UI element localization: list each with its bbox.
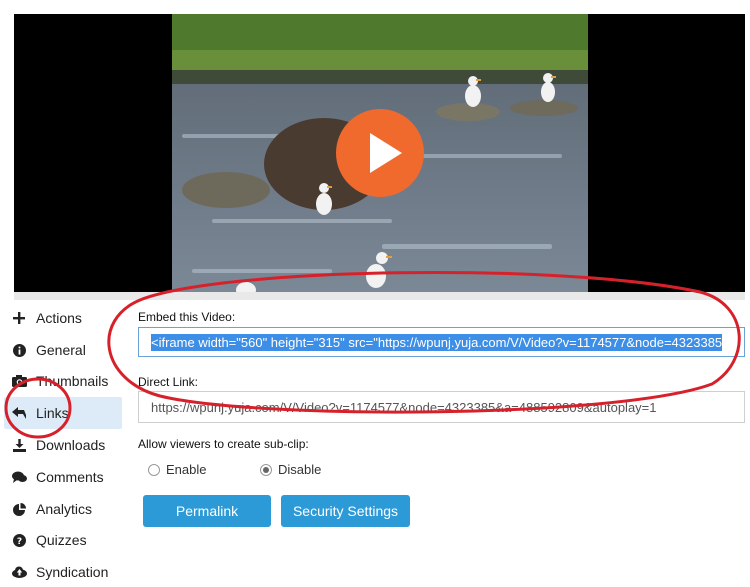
- disable-label: Disable: [278, 462, 322, 477]
- sidebar-item-comments[interactable]: Comments: [4, 462, 122, 492]
- sidebar-item-label: Comments: [36, 469, 104, 485]
- sidebar-item-general[interactable]: General: [4, 335, 122, 365]
- sidebar-item-analytics[interactable]: Analytics: [4, 494, 122, 524]
- cloud-upload-icon: [8, 566, 30, 578]
- sidebar-item-quizzes[interactable]: ? Quizzes: [4, 525, 122, 555]
- video-player[interactable]: [14, 14, 745, 292]
- sidebar-item-label: Analytics: [36, 501, 93, 517]
- sidebar-item-actions[interactable]: Actions: [4, 303, 122, 333]
- reply-arrow-icon: [8, 407, 30, 419]
- sidebar-item-syndication[interactable]: Syndication: [4, 557, 122, 587]
- sidebar-item-links[interactable]: Links: [4, 397, 122, 429]
- security-settings-button[interactable]: Security Settings: [281, 495, 410, 527]
- enable-label: Enable: [166, 462, 207, 477]
- sidebar-item-downloads[interactable]: Downloads: [4, 430, 122, 460]
- comments-icon: [8, 471, 30, 483]
- play-button[interactable]: [336, 109, 424, 197]
- svg-text:?: ?: [16, 537, 21, 547]
- pie-chart-icon: [8, 502, 30, 516]
- player-divider: [14, 292, 745, 300]
- download-icon: [8, 438, 30, 452]
- sidebar-item-label: Links: [36, 405, 69, 421]
- enable-radio[interactable]: [148, 463, 160, 476]
- embed-code-text: <iframe width="560" height="315" src="ht…: [151, 333, 723, 351]
- subclip-disable-option[interactable]: Disable: [260, 462, 321, 477]
- direct-link-label: Direct Link:: [138, 375, 199, 389]
- subclip-label: Allow viewers to create sub-clip:: [138, 437, 309, 451]
- permalink-button[interactable]: Permalink: [143, 495, 271, 527]
- embed-label: Embed this Video:: [138, 310, 236, 324]
- subclip-enable-option[interactable]: Enable: [148, 462, 206, 477]
- disable-radio[interactable]: [260, 463, 272, 476]
- camera-icon: [8, 375, 30, 387]
- sidebar-item-label: Downloads: [36, 437, 106, 453]
- sidebar-item-label: Quizzes: [36, 532, 87, 548]
- question-icon: ?: [8, 533, 30, 547]
- sidebar-item-label: General: [36, 342, 86, 358]
- sidebar-item-label: Thumbnails: [36, 373, 109, 389]
- direct-link-field[interactable]: https://wpunj.yuja.com/V/Video?v=1174577…: [138, 391, 745, 423]
- plus-icon: [8, 312, 30, 324]
- play-icon: [370, 133, 402, 173]
- info-icon: [8, 343, 30, 357]
- sidebar-item-label: Actions: [36, 310, 82, 326]
- embed-code-field[interactable]: <iframe width="560" height="315" src="ht…: [138, 327, 745, 357]
- direct-link-text: https://wpunj.yuja.com/V/Video?v=1174577…: [151, 399, 657, 415]
- sidebar-item-thumbnails[interactable]: Thumbnails: [4, 366, 122, 396]
- sidebar-item-label: Syndication: [36, 564, 109, 580]
